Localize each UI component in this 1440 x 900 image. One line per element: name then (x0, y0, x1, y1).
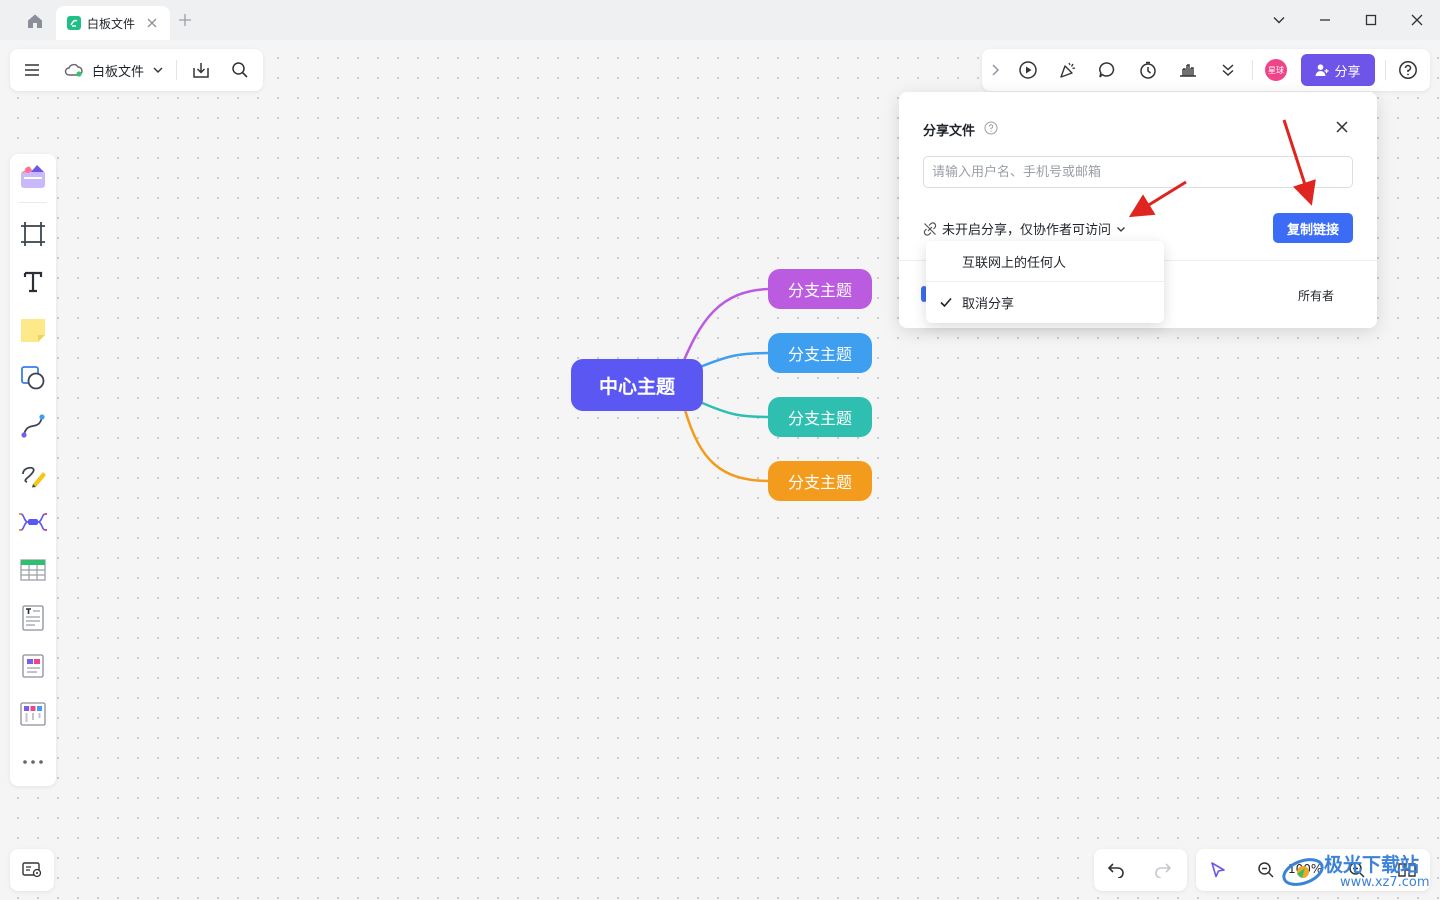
close-window-icon[interactable] (1408, 11, 1426, 29)
new-tab-icon[interactable] (176, 11, 194, 29)
more-down-icon[interactable] (1217, 59, 1239, 81)
connector-icon[interactable] (17, 410, 49, 442)
search-icon[interactable] (229, 59, 251, 81)
connector-branch-4 (683, 409, 771, 483)
celebrate-icon[interactable] (1057, 59, 1079, 81)
share-scope-dropdown: 互联网上的任何人 取消分享 (926, 241, 1164, 323)
whiteboard-logo-icon (67, 16, 81, 30)
undo-icon[interactable] (1105, 859, 1127, 881)
add-user-icon (1315, 64, 1329, 76)
watermark-swirl-icon (1282, 858, 1324, 886)
tool-palette (10, 154, 56, 786)
kanban-icon[interactable] (17, 698, 49, 730)
share-button-label: 分享 (1334, 64, 1361, 80)
timer-icon[interactable] (1137, 59, 1159, 81)
dropdown-item-label: 互联网上的任何人 (962, 255, 1067, 271)
divider (19, 202, 47, 203)
chevron-down-icon[interactable] (150, 59, 166, 81)
dropdown-item-label: 取消分享 (962, 296, 1015, 312)
connector-branch-3 (699, 400, 771, 419)
maximize-icon[interactable] (1362, 11, 1380, 29)
file-toolbar: 白板文件 (10, 49, 263, 91)
share-dialog-title: 分享文件 (923, 124, 976, 139)
member-role: 所有者 (1298, 289, 1335, 303)
mindmap-branch-node[interactable]: 分支主题 (768, 397, 872, 437)
divider (1252, 60, 1253, 80)
table-icon[interactable] (17, 554, 49, 586)
history-controls (1094, 849, 1187, 891)
download-icon[interactable] (190, 59, 212, 81)
divider (1385, 60, 1386, 80)
annotation-arrow (1128, 180, 1187, 218)
share-button[interactable]: 分享 (1301, 54, 1375, 86)
redo-icon[interactable] (1152, 859, 1174, 881)
title-bar: 白板文件 (0, 0, 1440, 40)
more-icon[interactable] (17, 746, 49, 778)
mindmap-icon[interactable] (17, 506, 49, 538)
mindmap-branch-node[interactable]: 分支主题 (768, 269, 872, 309)
tab-close-icon[interactable] (144, 15, 160, 31)
dropdown-item-anyone-on-internet[interactable]: 互联网上的任何人 (926, 241, 1164, 281)
watermark-logo: 极光下载站 www.xz7.com (1280, 846, 1440, 896)
mindmap-center-node[interactable]: 中心主题 (571, 359, 703, 411)
sticky-note-icon[interactable] (17, 314, 49, 346)
annotation-arrow (1282, 119, 1316, 206)
tab-whiteboard-file[interactable]: 白板文件 (56, 6, 170, 40)
chevron-right-icon[interactable] (986, 59, 1004, 81)
tab-title: 白板文件 (87, 16, 136, 31)
card-icon[interactable] (17, 650, 49, 682)
menu-icon[interactable] (21, 59, 43, 81)
minimap-toggle-button[interactable] (10, 849, 54, 891)
home-icon[interactable] (24, 10, 46, 32)
select-cursor-icon[interactable] (1207, 859, 1229, 881)
right-toolbar: 星球 分享 (982, 49, 1430, 91)
zoom-out-icon[interactable] (1255, 859, 1277, 881)
mindmap-branch-node[interactable]: 分支主题 (768, 333, 872, 373)
connector-branch-2 (699, 351, 771, 369)
link-off-icon (923, 221, 937, 236)
comment-icon[interactable] (1096, 59, 1118, 81)
file-title[interactable]: 白板文件 (92, 61, 144, 80)
frame-icon[interactable] (17, 218, 49, 250)
watermark-url: www.xz7.com (1340, 875, 1430, 890)
text-tool-icon[interactable] (17, 266, 49, 298)
dropdown-item-cancel-share[interactable]: 取消分享 (926, 282, 1164, 322)
divider (176, 60, 177, 80)
help-icon[interactable] (984, 121, 998, 135)
cloud-sync-icon (63, 59, 85, 81)
minimap-icon (22, 862, 42, 878)
mindmap-branch-node[interactable]: 分支主题 (768, 461, 872, 501)
minimize-icon[interactable] (1316, 11, 1334, 29)
avatar[interactable]: 星球 (1265, 59, 1287, 81)
watermark-title: 极光下载站 (1324, 854, 1420, 876)
shape-icon[interactable] (17, 362, 49, 394)
vote-icon[interactable] (1177, 59, 1199, 81)
help-icon[interactable] (1397, 59, 1419, 81)
document-icon[interactable] (17, 602, 49, 634)
template-icon[interactable] (17, 161, 49, 193)
pen-icon[interactable] (17, 458, 49, 490)
chevron-down-icon[interactable] (1270, 11, 1288, 29)
share-status-label: 未开启分享，仅协作者可访问 (942, 223, 1112, 238)
annotation-arrows (1128, 119, 1316, 218)
share-status-selector[interactable]: 未开启分享，仅协作者可访问 (923, 219, 1126, 238)
present-play-icon[interactable] (1017, 59, 1039, 81)
checkmark-icon (940, 297, 952, 308)
